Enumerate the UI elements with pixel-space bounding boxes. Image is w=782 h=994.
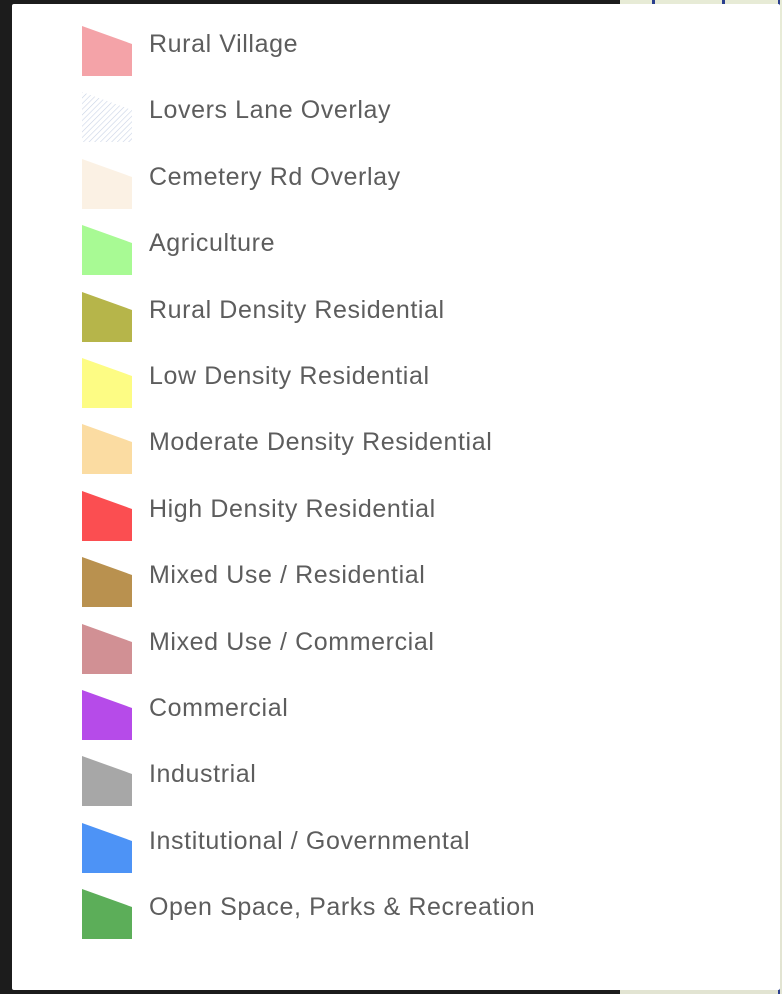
polygon-swatch-icon — [82, 424, 132, 475]
legend-item: Open Space, Parks & Recreation — [12, 887, 780, 953]
legend-item-label: Agriculture — [149, 229, 276, 258]
swatch-fill — [82, 756, 132, 807]
polygon-swatch-icon — [82, 889, 132, 940]
legend-item-label: Institutional / Governmental — [149, 826, 471, 855]
legend-item: Moderate Density Residential — [12, 422, 780, 488]
swatch-fill — [82, 689, 132, 740]
legend-item: Mixed Use / Residential — [12, 555, 780, 621]
legend-item: Cemetery Rd Overlay — [12, 157, 780, 223]
swatch-fill — [82, 889, 132, 940]
legend-item-label: Commercial — [149, 693, 289, 722]
polygon-swatch-icon — [82, 623, 132, 674]
legend-item-label: Rural Density Residential — [149, 295, 445, 324]
legend-item: Institutional / Governmental — [12, 821, 780, 887]
swatch-fill — [82, 92, 132, 143]
hatched-swatch-icon — [82, 92, 132, 143]
polygon-swatch-icon — [82, 822, 132, 873]
legend-item: Commercial — [12, 688, 780, 754]
polygon-swatch-icon — [82, 357, 132, 408]
polygon-swatch-icon — [82, 557, 132, 608]
polygon-swatch-icon — [82, 291, 132, 342]
legend-item: Low Density Residential — [12, 356, 780, 422]
hatched-swatch-icon — [82, 92, 132, 143]
polygon-swatch-icon — [82, 26, 132, 76]
legend-item: Mixed Use / Commercial — [12, 622, 780, 688]
swatch-fill — [82, 158, 132, 209]
swatch-fill — [82, 623, 132, 674]
swatch-fill — [82, 424, 132, 475]
swatch-fill — [82, 490, 132, 541]
legend-item: Rural Village — [12, 24, 780, 90]
polygon-swatch-icon — [82, 689, 132, 740]
legend-item-label: High Density Residential — [149, 494, 436, 523]
polygon-swatch-icon — [82, 225, 132, 276]
swatch-fill — [82, 357, 132, 408]
swatch-fill — [82, 291, 132, 342]
swatch-fill — [82, 26, 132, 76]
legend-item-label: Lovers Lane Overlay — [149, 96, 392, 125]
polygon-swatch-icon — [82, 623, 132, 674]
legend-item-label: Mixed Use / Residential — [149, 561, 426, 590]
legend-item-label: Mixed Use / Commercial — [149, 627, 435, 656]
polygon-swatch-icon — [82, 158, 132, 209]
legend-item-label: Rural Village — [149, 30, 299, 58]
polygon-swatch-icon — [82, 490, 132, 541]
legend-item-label: Cemetery Rd Overlay — [149, 162, 401, 191]
swatch-fill — [82, 557, 132, 608]
polygon-swatch-icon — [82, 756, 132, 807]
polygon-swatch-icon — [82, 158, 132, 209]
polygon-swatch-icon — [82, 689, 132, 740]
legend-item: Rural Density Residential — [12, 290, 780, 356]
polygon-swatch-icon — [82, 490, 132, 541]
polygon-swatch-icon — [82, 822, 132, 873]
legend-item-label: Open Space, Parks & Recreation — [149, 893, 536, 922]
polygon-swatch-icon — [82, 424, 132, 475]
swatch-fill — [82, 225, 132, 276]
legend-item: Lovers Lane Overlay — [12, 90, 780, 156]
polygon-swatch-icon — [82, 889, 132, 940]
legend-item: Industrial — [12, 754, 780, 820]
swatch-fill — [82, 822, 132, 873]
legend-item: High Density Residential — [12, 489, 780, 555]
polygon-swatch-icon — [82, 756, 132, 807]
polygon-swatch-icon — [82, 225, 132, 276]
legend-panel: Rural Village Lovers Lane Overlay Cemete… — [12, 4, 780, 990]
polygon-swatch-icon — [82, 557, 132, 608]
legend-item-label: Industrial — [149, 760, 257, 789]
polygon-swatch-icon — [82, 357, 132, 408]
screen: Rural Village Lovers Lane Overlay Cemete… — [0, 0, 782, 994]
polygon-swatch-icon — [82, 291, 132, 342]
legend-item-label: Low Density Residential — [149, 361, 430, 390]
legend-item: Agriculture — [12, 223, 780, 289]
polygon-swatch-icon — [82, 26, 132, 76]
legend-list: Rural Village Lovers Lane Overlay Cemete… — [12, 24, 780, 953]
legend-item-label: Moderate Density Residential — [149, 428, 493, 457]
